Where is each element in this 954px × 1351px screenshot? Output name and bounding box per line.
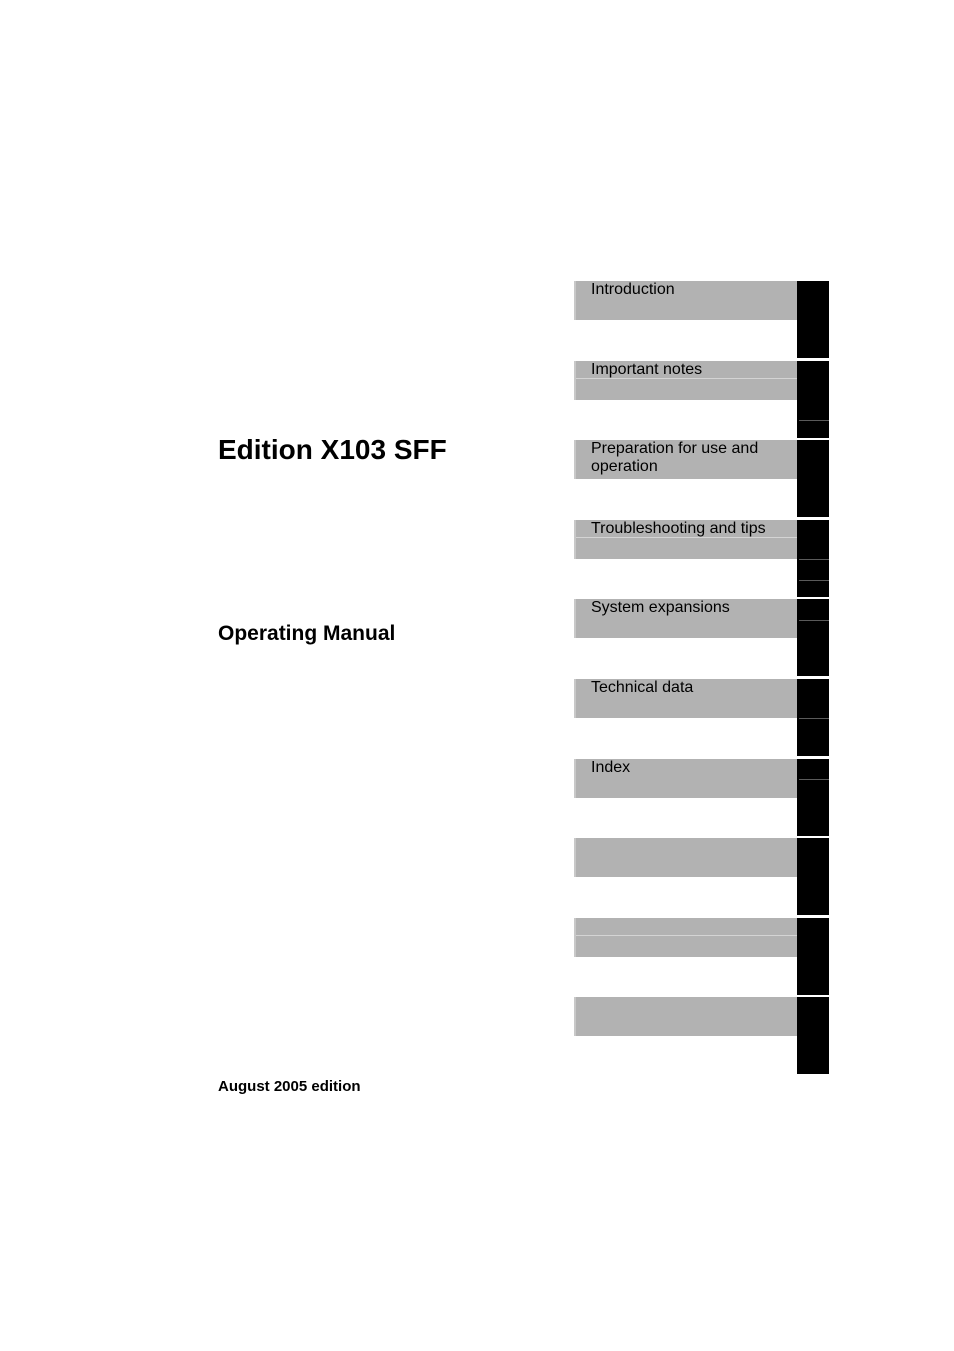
tab-marker — [797, 997, 829, 1074]
document-title: Edition X103 SFF — [218, 434, 447, 465]
tab-label: Technical data — [591, 679, 694, 696]
tab-bar: Important notes — [574, 361, 797, 400]
tab-label: Important notes — [591, 361, 703, 378]
tab-marker — [797, 679, 829, 756]
tab-marker — [797, 599, 829, 676]
tab-marker — [797, 440, 829, 517]
tab-marker — [797, 838, 829, 915]
tab-marker — [797, 520, 829, 597]
tab-label: Introduction — [591, 281, 675, 298]
tab-blank-2[interactable] — [574, 918, 830, 997]
tab-technical-data[interactable]: Technical data — [574, 679, 830, 758]
tab-label: System expansions — [591, 599, 730, 616]
tab-important-notes[interactable]: Important notes — [574, 361, 830, 440]
tab-bar: Preparation for use and operation — [574, 440, 797, 479]
tab-blank-3[interactable] — [574, 997, 830, 1076]
tab-marker — [797, 918, 829, 995]
tab-marker — [797, 759, 829, 836]
tab-introduction[interactable]: Introduction — [574, 281, 830, 360]
tab-blank-1[interactable] — [574, 838, 830, 917]
tab-preparation[interactable]: Preparation for use and operation — [574, 440, 830, 519]
tab-bar: Introduction — [574, 281, 797, 320]
tab-bar — [574, 997, 797, 1036]
tab-label: Index — [591, 759, 631, 776]
tab-marker — [797, 361, 829, 438]
tab-marker — [797, 281, 829, 358]
tab-bar: Troubleshooting and tips — [574, 520, 797, 559]
tab-bar: System expansions — [574, 599, 797, 638]
tab-bar: Index — [574, 759, 797, 798]
tab-bar: Technical data — [574, 679, 797, 718]
tab-label: Troubleshooting and tips — [591, 520, 766, 537]
edition-date: August 2005 edition — [218, 1078, 361, 1095]
tab-index[interactable]: Index — [574, 759, 830, 838]
tab-label: Preparation for use and operation — [591, 440, 759, 475]
document-subtitle: Operating Manual — [218, 622, 396, 645]
tab-troubleshooting[interactable]: Troubleshooting and tips — [574, 520, 830, 599]
tab-bar — [574, 918, 797, 957]
tab-system-expansions[interactable]: System expansions — [574, 599, 830, 678]
tab-bar — [574, 838, 797, 877]
